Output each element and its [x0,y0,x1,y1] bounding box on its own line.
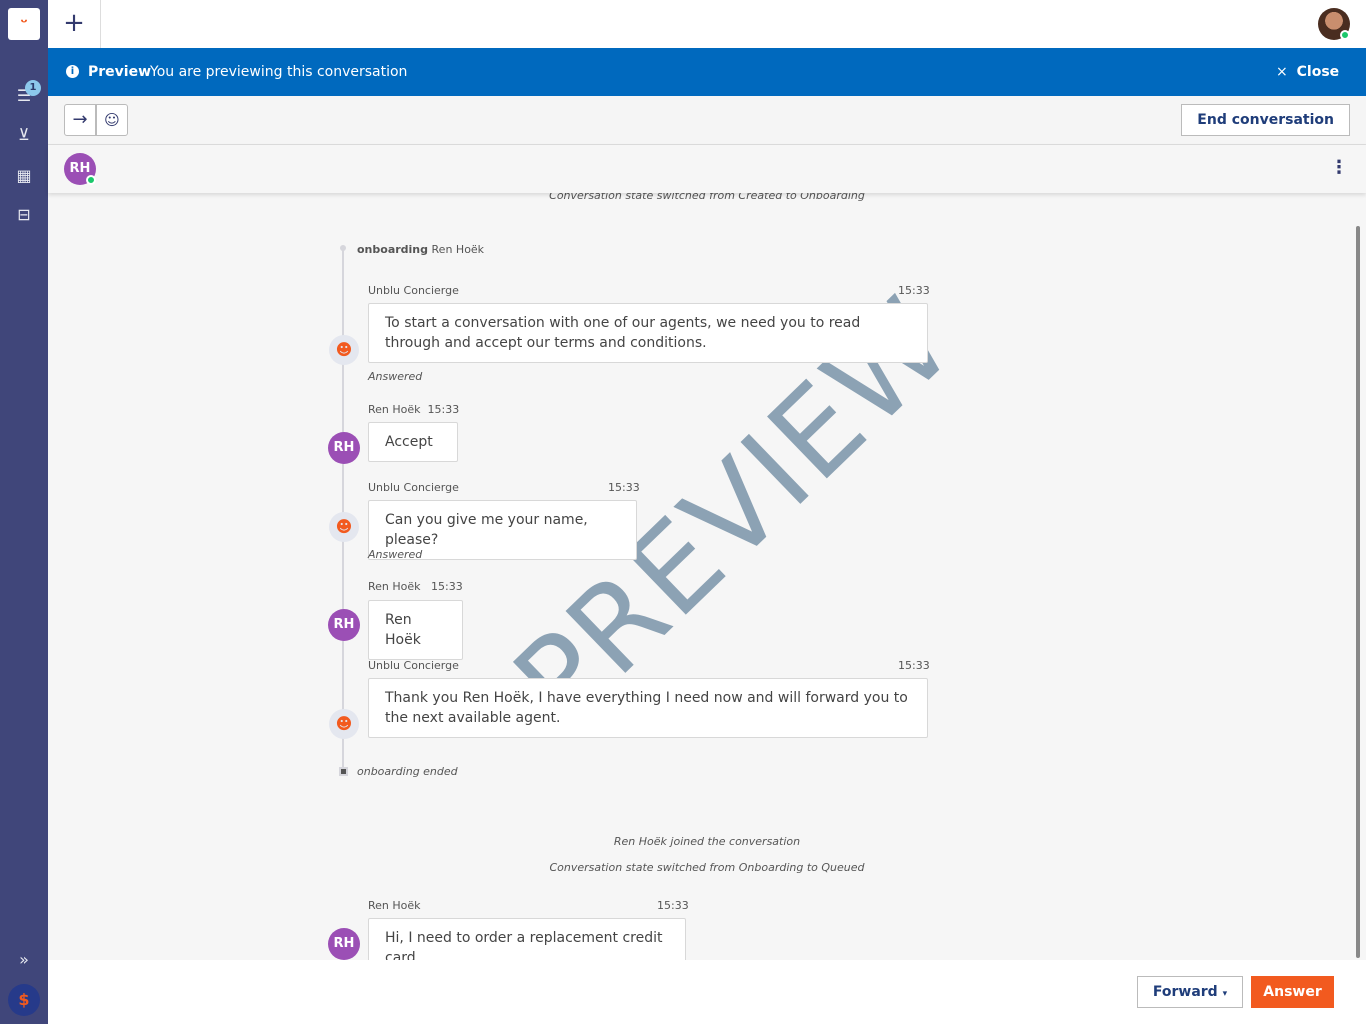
archive-icon[interactable]: ⊟ [13,204,35,226]
bot-avatar-icon: ☻ [329,335,359,365]
participant-avatar: RH [328,928,360,960]
message-sender: Ren Hoëk 15:33 [368,403,460,416]
system-message: Ren Hoëk joined the conversation [613,835,801,848]
message-sender: Unblu Concierge [368,659,459,672]
footer: Forward ▾ Answer [48,960,1366,1024]
forward-label: Forward [1152,984,1218,1000]
banner-title: Preview [88,64,152,80]
add-participant-button[interactable]: ☺ [96,104,128,136]
message-bubble: Thank you Ren Hoëk, I have everything I … [368,678,928,738]
scrollbar[interactable] [1356,226,1360,958]
user-avatar[interactable] [1318,8,1350,40]
message-time: 15:33 [898,659,930,672]
message-bubble: Accept [368,422,458,462]
bot-avatar-icon: ☻ [329,512,359,542]
onboarding-name: Ren Hoëk [431,243,485,256]
inbox-icon[interactable]: ⊻ [13,124,35,146]
forward-arrow-button[interactable]: → [64,104,96,136]
end-conversation-button[interactable]: End conversation [1181,104,1350,136]
more-options-icon[interactable]: ⋮ [1330,157,1348,178]
online-status-icon [86,175,96,185]
calendar-icon[interactable]: ▦ [13,165,35,187]
sidebar: ᵕ ☰ 1 ⊻ ▦ ⊟ » $ [0,0,48,1024]
participants-row: RH ⋮ [48,145,1366,193]
message-sender: Ren Hoëk 15:33 [368,580,463,593]
top-bar: + [48,0,1366,48]
forward-button[interactable]: Forward ▾ [1137,976,1243,1008]
preview-banner: i Preview You are previewing this conver… [48,48,1366,96]
onboarding-header: onboarding Ren Hoëk [357,243,484,256]
message-sender: Unblu Concierge [368,481,459,494]
close-icon: × [1276,64,1297,80]
bot-avatar-icon: ☻ [329,709,359,739]
participant-avatar: RH [328,432,360,464]
unread-badge: 1 [25,80,41,96]
system-message: Conversation state switched from Onboard… [549,861,865,874]
onboarding-timeline [342,248,344,771]
message-status: Answered [368,370,423,383]
onboarding-label: onboarding [357,243,429,256]
message-sender: Unblu Concierge [368,284,459,297]
chevron-down-icon: ▾ [1222,989,1228,999]
unblu-logo[interactable]: ᵕ [8,8,40,40]
message-time: 15:33 [898,284,930,297]
new-tab-button[interactable]: + [48,0,101,48]
close-banner-button[interactable]: × Close [1276,48,1339,96]
message-bubble: To start a conversation with one of our … [368,303,928,363]
online-status-icon [1340,30,1350,40]
message-status: Answered [368,548,423,561]
message-sender: Ren Hoëk [368,899,421,912]
message-time: 15:33 [657,899,689,912]
message-bubble: Ren Hoëk [368,600,463,660]
timeline-end-marker [339,767,348,776]
timeline-start-dot [340,245,346,251]
banner-text: You are previewing this conversation [150,64,408,80]
onboarding-ended: onboarding ended [357,765,458,778]
toolbar: → ☺ End conversation [48,96,1366,145]
info-icon: i [66,65,79,78]
message-time: 15:33 [608,481,640,494]
close-label: Close [1296,64,1340,80]
answer-button[interactable]: Answer [1251,976,1334,1008]
bank-icon[interactable]: $ [8,984,40,1016]
expand-sidebar-icon[interactable]: » [13,949,35,971]
participant-avatar: RH [328,609,360,641]
